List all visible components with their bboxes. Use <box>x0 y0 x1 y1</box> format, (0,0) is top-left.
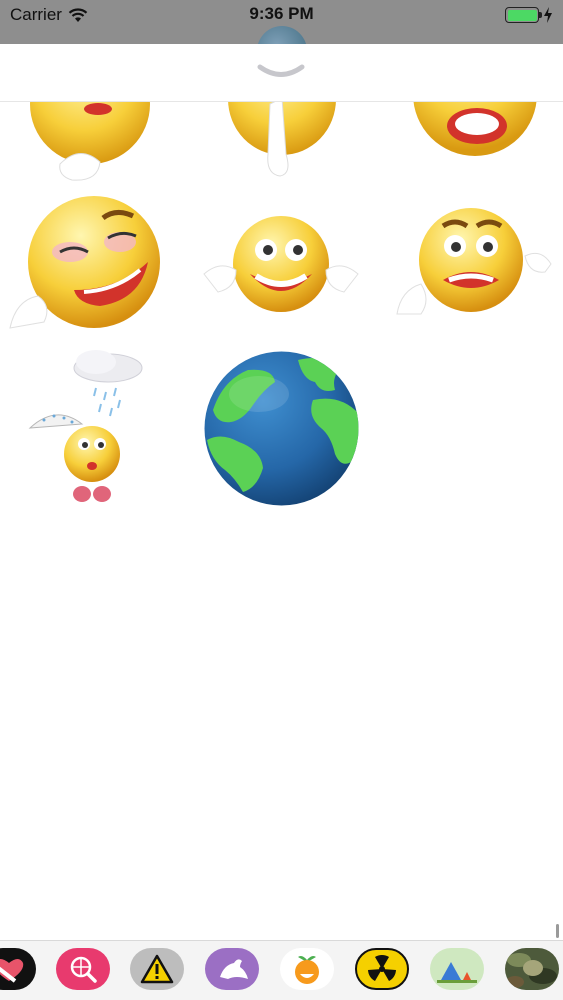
radiation-icon <box>368 954 396 981</box>
scroll-indicator[interactable] <box>556 924 559 938</box>
tent-icon <box>437 962 477 983</box>
emoji-rain-umbrella[interactable] <box>26 348 148 510</box>
heart-icon <box>0 959 24 983</box>
heart-sticker-app[interactable] <box>0 948 36 990</box>
sheet-header <box>0 44 563 102</box>
orange-emoji-app[interactable] <box>280 948 334 990</box>
clock: 9:36 PM <box>249 4 314 23</box>
sticker-grid <box>0 44 563 944</box>
camouflage-app[interactable] <box>505 948 559 990</box>
battery-icon <box>505 7 542 23</box>
globe-search-icon <box>70 956 97 983</box>
camouflage-icon <box>506 953 557 988</box>
radiation-app[interactable] <box>355 948 409 990</box>
earth-globe[interactable] <box>203 350 360 507</box>
sticker-sheet <box>0 44 563 1000</box>
emoji-grin-cheeks[interactable] <box>200 212 362 324</box>
pigeon-app[interactable] <box>205 948 259 990</box>
emoji-grimace[interactable] <box>395 204 555 326</box>
globe-search-app[interactable] <box>56 948 110 990</box>
emoji-smirk[interactable] <box>8 190 168 335</box>
pigeon-icon <box>220 959 248 979</box>
chevron-down-icon[interactable] <box>256 62 306 82</box>
warning-icon <box>140 954 174 984</box>
charging-bolt-icon <box>544 7 552 23</box>
app-drawer <box>0 940 563 1000</box>
status-right <box>505 6 553 24</box>
camping-app[interactable] <box>430 948 484 990</box>
warning-sign-app[interactable] <box>130 948 184 990</box>
orange-emoji-icon <box>295 956 319 984</box>
